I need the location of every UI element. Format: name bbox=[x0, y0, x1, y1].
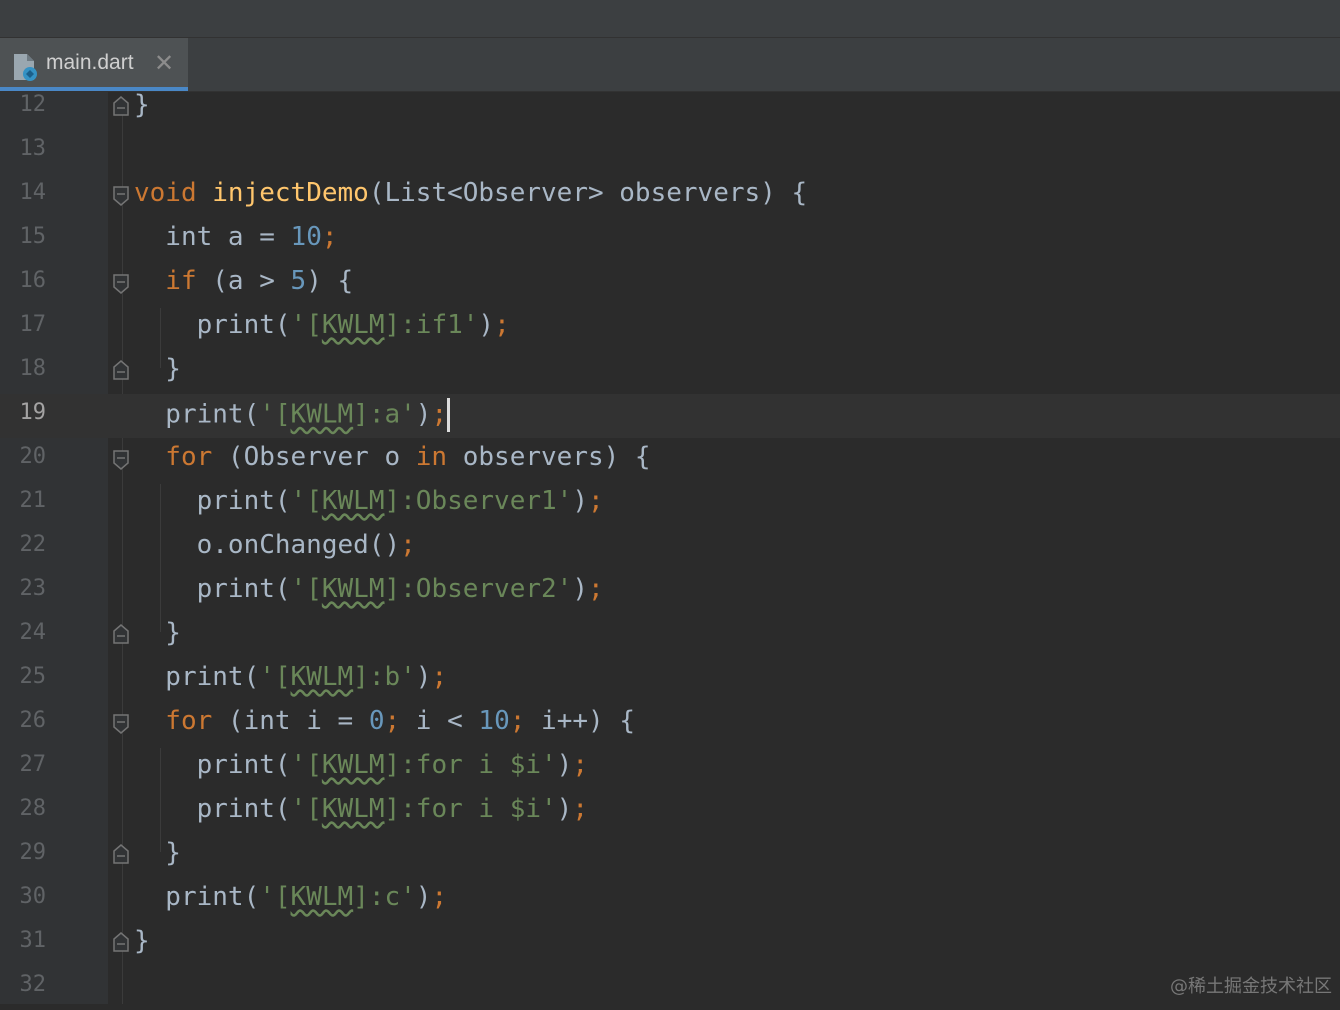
code-text: print('[KWLM]:a'); bbox=[134, 398, 451, 432]
code-line[interactable]: 21 print('[KWLM]:Observer1'); bbox=[0, 482, 1340, 526]
code-text: print('[KWLM]:c'); bbox=[134, 882, 448, 912]
code-text: print('[KWLM]:b'); bbox=[134, 662, 448, 692]
code-line[interactable]: 18 } bbox=[0, 350, 1340, 394]
code-text: } bbox=[134, 618, 181, 648]
code-line[interactable]: 29 } bbox=[0, 834, 1340, 878]
code-line[interactable]: 12 } bbox=[0, 86, 1340, 130]
code-editor[interactable]: 12 } 13 14 void injectDemo(List<Observer… bbox=[0, 90, 1340, 1004]
code-text: print('[KWLM]:for i $i'); bbox=[134, 750, 588, 780]
fold-end-icon[interactable] bbox=[113, 96, 129, 116]
fold-start-icon[interactable] bbox=[113, 450, 129, 470]
code-line[interactable]: 20 for (Observer o in observers) { bbox=[0, 438, 1340, 482]
line-number: 27 bbox=[19, 752, 47, 777]
line-number: 28 bbox=[19, 796, 47, 821]
code-line[interactable]: 27 print('[KWLM]:for i $i'); bbox=[0, 746, 1340, 790]
tab-main-dart[interactable]: main.dart ✕ bbox=[0, 38, 188, 91]
code-text: } bbox=[134, 926, 150, 956]
line-number: 14 bbox=[19, 180, 47, 205]
code-line[interactable]: 22 o.onChanged(); bbox=[0, 526, 1340, 570]
code-line[interactable]: 23 print('[KWLM]:Observer2'); bbox=[0, 570, 1340, 614]
line-number: 24 bbox=[19, 620, 47, 645]
code-text: int a = 10; bbox=[134, 222, 338, 252]
line-number: 15 bbox=[19, 224, 47, 249]
code-text: print('[KWLM]:Observer1'); bbox=[134, 486, 604, 516]
code-line[interactable]: 28 print('[KWLM]:for i $i'); bbox=[0, 790, 1340, 834]
line-number: 17 bbox=[19, 312, 47, 337]
code-line[interactable]: 15 int a = 10; bbox=[0, 218, 1340, 262]
line-number: 20 bbox=[19, 444, 47, 469]
code-line[interactable]: 25 print('[KWLM]:b'); bbox=[0, 658, 1340, 702]
line-number: 26 bbox=[19, 708, 47, 733]
line-number: 21 bbox=[19, 488, 47, 513]
code-line[interactable]: 17 print('[KWLM]:if1'); bbox=[0, 306, 1340, 350]
code-text: } bbox=[134, 90, 150, 120]
fold-start-icon[interactable] bbox=[113, 186, 129, 206]
code-line[interactable]: 13 bbox=[0, 130, 1340, 174]
code-line[interactable]: 32 bbox=[0, 966, 1340, 1010]
code-line[interactable]: 31 } bbox=[0, 922, 1340, 966]
code-text: print('[KWLM]:if1'); bbox=[134, 310, 510, 340]
code-text: } bbox=[134, 838, 181, 868]
code-line[interactable]: 14 void injectDemo(List<Observer> observ… bbox=[0, 174, 1340, 218]
line-number: 25 bbox=[19, 664, 47, 689]
code-text: o.onChanged(); bbox=[134, 530, 416, 560]
line-number: 31 bbox=[19, 928, 47, 953]
fold-end-icon[interactable] bbox=[113, 624, 129, 644]
code-text: print('[KWLM]:for i $i'); bbox=[134, 794, 588, 824]
line-number: 13 bbox=[19, 136, 47, 161]
code-text: for (int i = 0; i < 10; i++) { bbox=[134, 706, 635, 736]
code-text: } bbox=[134, 354, 181, 384]
tab-label: main.dart bbox=[46, 51, 134, 74]
fold-end-icon[interactable] bbox=[113, 844, 129, 864]
code-line[interactable]: 26 for (int i = 0; i < 10; i++) { bbox=[0, 702, 1340, 746]
fold-end-icon[interactable] bbox=[113, 360, 129, 380]
line-number: 16 bbox=[19, 268, 47, 293]
fold-start-icon[interactable] bbox=[113, 714, 129, 734]
line-number: 19 bbox=[19, 400, 47, 425]
line-number: 32 bbox=[19, 972, 47, 997]
close-icon[interactable]: ✕ bbox=[154, 49, 174, 78]
title-bar bbox=[0, 0, 1340, 38]
fold-start-icon[interactable] bbox=[113, 274, 129, 294]
dart-file-icon bbox=[14, 54, 37, 81]
code-text: for (Observer o in observers) { bbox=[134, 442, 651, 472]
code-text: void injectDemo(List<Observer> observers… bbox=[134, 178, 808, 208]
watermark: @稀土掘金技术社区 bbox=[1170, 976, 1332, 997]
code-line-current[interactable]: 19 print('[KWLM]:a'); bbox=[0, 394, 1340, 438]
line-number: 30 bbox=[19, 884, 47, 909]
text-cursor bbox=[447, 398, 451, 432]
line-number: 12 bbox=[19, 92, 47, 117]
code-line[interactable]: 16 if (a > 5) { bbox=[0, 262, 1340, 306]
line-number: 22 bbox=[19, 532, 47, 557]
fold-end-icon[interactable] bbox=[113, 932, 129, 952]
code-line[interactable]: 24 } bbox=[0, 614, 1340, 658]
code-text: print('[KWLM]:Observer2'); bbox=[134, 574, 604, 604]
code-text: if (a > 5) { bbox=[134, 266, 354, 296]
editor-tab-bar: main.dart ✕ bbox=[0, 38, 1340, 92]
line-number: 23 bbox=[19, 576, 47, 601]
line-number: 29 bbox=[19, 840, 47, 865]
line-number: 18 bbox=[19, 356, 47, 381]
code-line[interactable]: 30 print('[KWLM]:c'); bbox=[0, 878, 1340, 922]
